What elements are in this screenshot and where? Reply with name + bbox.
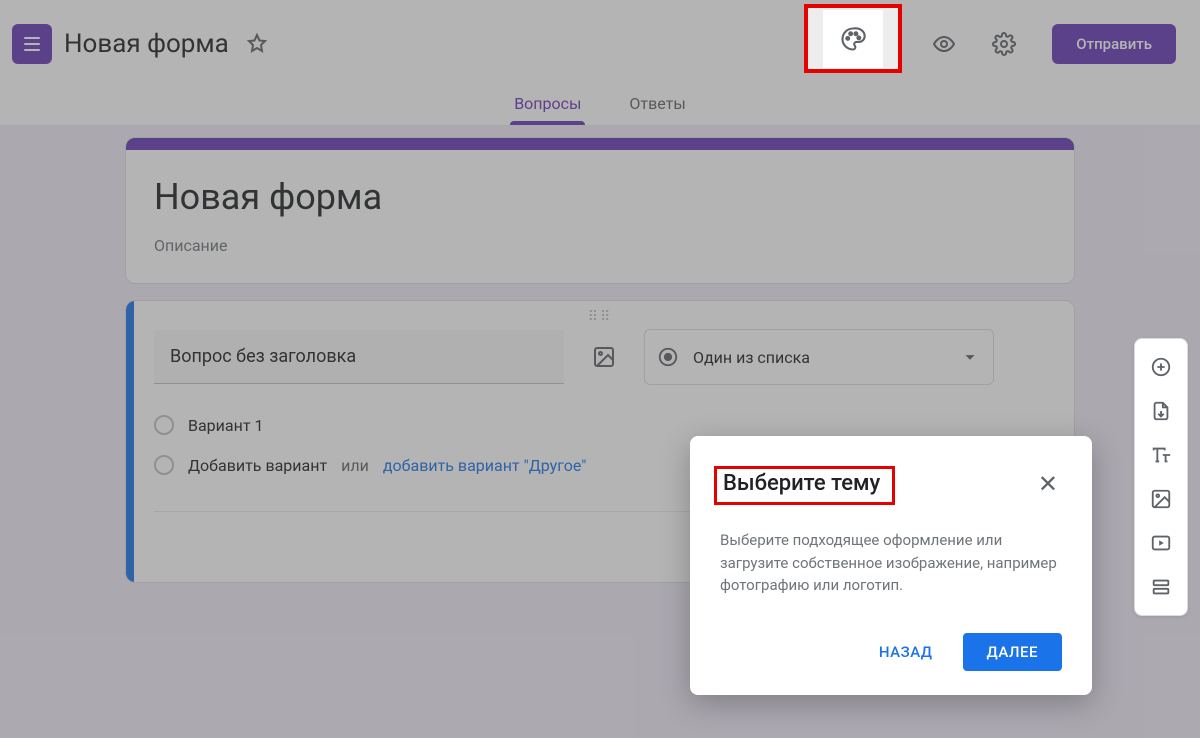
radio-icon xyxy=(154,455,174,475)
send-button[interactable]: Отправить xyxy=(1052,24,1176,64)
add-image-icon[interactable] xyxy=(584,337,624,377)
palette-icon[interactable] xyxy=(839,25,867,53)
form-title[interactable]: Новая форма xyxy=(64,29,229,59)
preview-icon[interactable] xyxy=(920,20,968,68)
form-heading[interactable]: Новая форма xyxy=(154,176,1046,218)
add-image-button[interactable] xyxy=(1141,479,1181,519)
tab-questions[interactable]: Вопросы xyxy=(510,84,585,125)
tab-responses[interactable]: Ответы xyxy=(625,84,689,125)
form-description[interactable]: Описание xyxy=(154,236,1046,255)
tabs: Вопросы Ответы xyxy=(0,84,1200,125)
add-section-button[interactable] xyxy=(1141,567,1181,607)
add-video-button[interactable] xyxy=(1141,523,1181,563)
header: Новая форма Отправить Вопросы Ответы xyxy=(0,0,1200,125)
settings-icon[interactable] xyxy=(980,20,1028,68)
option-label[interactable]: Вариант 1 xyxy=(188,416,263,435)
question-title-input[interactable] xyxy=(154,330,564,384)
close-icon[interactable]: ✕ xyxy=(1034,466,1062,502)
next-button[interactable]: ДАЛЕЕ xyxy=(963,633,1062,671)
side-toolbar xyxy=(1134,338,1188,616)
radio-icon xyxy=(154,415,174,435)
dialog-body: Выберите подходящее оформление или загру… xyxy=(720,529,1062,597)
import-questions-button[interactable] xyxy=(1141,391,1181,431)
question-type-select[interactable]: Один из списка xyxy=(644,329,994,385)
add-question-button[interactable] xyxy=(1141,347,1181,387)
add-option-label[interactable]: Добавить вариант xyxy=(188,456,327,475)
theme-dialog: Выберите тему ✕ Выберите подходящее офор… xyxy=(690,436,1092,695)
title-card[interactable]: Новая форма Описание xyxy=(125,137,1075,284)
add-title-button[interactable] xyxy=(1141,435,1181,475)
forms-logo-icon[interactable] xyxy=(12,24,52,64)
chevron-down-icon xyxy=(959,346,981,368)
radio-icon xyxy=(657,346,679,368)
add-other-link[interactable]: добавить вариант "Другое" xyxy=(383,456,587,475)
question-type-label: Один из списка xyxy=(693,348,810,367)
drag-handle-icon[interactable]: ⠿⠿ xyxy=(126,301,1074,329)
star-icon[interactable] xyxy=(245,32,269,56)
or-text: или xyxy=(341,456,369,475)
back-button[interactable]: НАЗАД xyxy=(879,643,933,661)
dialog-title: Выберите тему xyxy=(719,469,884,498)
palette-highlight-annotation xyxy=(804,4,902,73)
